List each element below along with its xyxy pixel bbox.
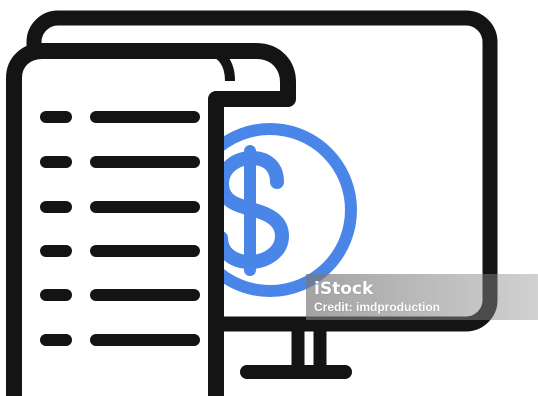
illustration-canvas: iStock Credit: imdproduction [0,0,538,396]
billing-illustration [6,10,498,396]
watermark-band: iStock Credit: imdproduction [306,274,538,320]
receipt-bullet [40,334,72,346]
receipt-bar [90,111,200,123]
receipt-bar [90,156,200,168]
receipt-bullet [40,289,72,301]
watermark-credit: Credit: imdproduction [314,300,440,314]
receipt-bar [90,201,200,213]
receipt-bar [90,334,200,346]
receipt-bar [90,245,200,257]
receipt-bullet [40,245,72,257]
receipt-bar [90,289,200,301]
receipt-bullet [40,201,72,213]
receipt-bullet [40,111,72,123]
watermark-brand: iStock [314,279,374,299]
receipt-bullet [40,156,72,168]
